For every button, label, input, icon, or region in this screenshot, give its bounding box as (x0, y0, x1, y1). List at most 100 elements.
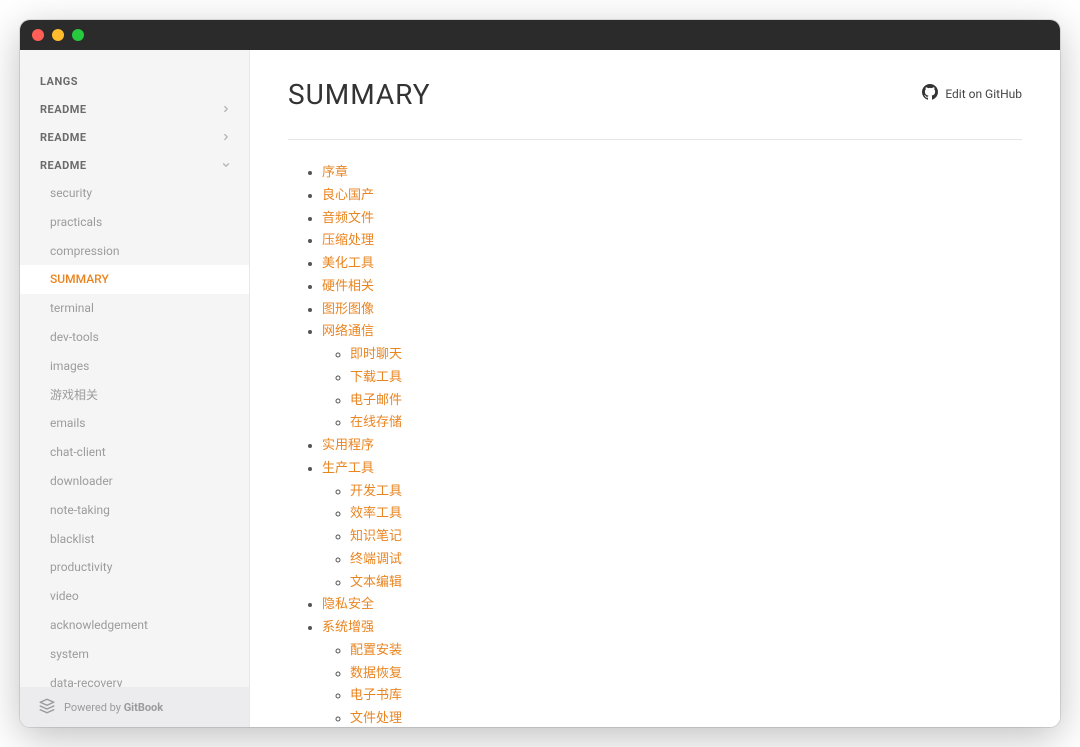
toc-link[interactable]: 硬件相关 (322, 279, 374, 294)
sidebar-item[interactable]: productivity (20, 553, 249, 582)
sidebar-item[interactable]: images (20, 352, 249, 381)
toc-item: 文件处理 (350, 708, 1022, 727)
toc-item: 硬件相关 (322, 276, 1022, 299)
sidebar-footer[interactable]: Powered by GitBook (20, 687, 249, 727)
toc-item: 实用程序 (322, 435, 1022, 458)
sidebar-group-label: README (40, 159, 87, 172)
toc-item: 数据恢复 (350, 663, 1022, 686)
toc-item: 效率工具 (350, 503, 1022, 526)
toc-link[interactable]: 生产工具 (322, 461, 374, 476)
toc-item: 配置安装 (350, 640, 1022, 663)
toc-item: 网络通信即时聊天下载工具电子邮件在线存储 (322, 321, 1022, 435)
toc-link[interactable]: 系统增强 (322, 620, 374, 635)
sidebar-group-label: README (40, 131, 87, 144)
toc-link[interactable]: 实用程序 (322, 438, 374, 453)
toc-link[interactable]: 开发工具 (350, 484, 402, 499)
page-title: SUMMARY (288, 78, 431, 111)
sidebar-group-label: LANGS (40, 75, 78, 88)
chevron-right-icon (219, 102, 233, 116)
chevron-down-icon (219, 158, 233, 172)
toc-item: 图形图像 (322, 299, 1022, 322)
toc-link[interactable]: 序章 (322, 165, 348, 180)
sidebar-item[interactable]: 游戏相关 (20, 381, 249, 410)
sidebar-scroll[interactable]: LANGS README README README securitypractical… (20, 50, 249, 687)
toc-item: 压缩处理 (322, 230, 1022, 253)
toc-item: 生产工具开发工具效率工具知识笔记终端调试文本编辑 (322, 458, 1022, 595)
titlebar (20, 20, 1060, 50)
toc-link[interactable]: 电子书库 (350, 688, 402, 703)
toc-item: 知识笔记 (350, 526, 1022, 549)
sidebar-nav: LANGS README README README securitypractical… (20, 68, 249, 687)
toc-link[interactable]: 良心国产 (322, 188, 374, 203)
toc-link[interactable]: 在线存储 (350, 415, 402, 430)
sidebar-item[interactable]: compression (20, 237, 249, 266)
toc-item: 在线存储 (350, 412, 1022, 435)
page-header: SUMMARY Edit on GitHub (250, 50, 1060, 111)
toc-link[interactable]: 图形图像 (322, 302, 374, 317)
sidebar: LANGS README README README securitypractical… (20, 50, 250, 727)
sidebar-item[interactable]: practicals (20, 208, 249, 237)
sidebar-item[interactable]: system (20, 640, 249, 669)
sidebar-item[interactable]: video (20, 582, 249, 611)
window-minimize-button[interactable] (52, 29, 64, 41)
toc-link[interactable]: 效率工具 (350, 506, 402, 521)
toc-item: 文本编辑 (350, 572, 1022, 595)
sidebar-item[interactable]: SUMMARY (20, 265, 249, 294)
toc-link[interactable]: 即时聊天 (350, 347, 402, 362)
content: SUMMARY Edit on GitHub 序章良心国产音频文件压缩处理美化工… (250, 50, 1060, 727)
window-close-button[interactable] (32, 29, 44, 41)
toc-item: 美化工具 (322, 253, 1022, 276)
app-window: LANGS README README README securitypractical… (20, 20, 1060, 727)
divider (288, 139, 1022, 140)
sidebar-item[interactable]: security (20, 179, 249, 208)
sidebar-item[interactable]: chat-client (20, 438, 249, 467)
sidebar-group-header[interactable]: LANGS (20, 68, 249, 95)
toc-link[interactable]: 文本编辑 (350, 575, 402, 590)
toc-item: 序章 (322, 162, 1022, 185)
toc-list: 序章良心国产音频文件压缩处理美化工具硬件相关图形图像网络通信即时聊天下载工具电子… (288, 162, 1022, 727)
sidebar-item[interactable]: terminal (20, 294, 249, 323)
toc-item: 即时聊天 (350, 344, 1022, 367)
sidebar-group-header[interactable]: README (20, 123, 249, 151)
sidebar-item[interactable]: dev-tools (20, 323, 249, 352)
toc-link[interactable]: 隐私安全 (322, 597, 374, 612)
toc-link[interactable]: 数据恢复 (350, 666, 402, 681)
app-body: LANGS README README README securitypractical… (20, 50, 1060, 727)
toc-item: 电子书库 (350, 685, 1022, 708)
sidebar-group-header[interactable]: README (20, 95, 249, 123)
github-icon (922, 84, 938, 103)
toc-item: 隐私安全 (322, 594, 1022, 617)
sidebar-item[interactable]: acknowledgement (20, 611, 249, 640)
toc-sublist: 配置安装数据恢复电子书库文件处理游戏相关 (322, 640, 1022, 727)
toc-item: 电子邮件 (350, 390, 1022, 413)
toc-item: 良心国产 (322, 185, 1022, 208)
edit-on-github-link[interactable]: Edit on GitHub (922, 78, 1022, 103)
toc-sublist: 开发工具效率工具知识笔记终端调试文本编辑 (322, 481, 1022, 595)
toc-link[interactable]: 终端调试 (350, 552, 402, 567)
toc-link[interactable]: 知识笔记 (350, 529, 402, 544)
edit-on-github-label: Edit on GitHub (945, 87, 1022, 101)
sidebar-group-header[interactable]: README (20, 151, 249, 179)
sidebar-item[interactable]: emails (20, 409, 249, 438)
toc-link[interactable]: 文件处理 (350, 711, 402, 726)
toc-link[interactable]: 网络通信 (322, 324, 374, 339)
toc-link[interactable]: 电子邮件 (350, 393, 402, 408)
sidebar-footer-text: Powered by GitBook (64, 701, 163, 714)
toc-link[interactable]: 下载工具 (350, 370, 402, 385)
toc-item: 系统增强配置安装数据恢复电子书库文件处理游戏相关 (322, 617, 1022, 727)
sidebar-item[interactable]: data-recovery (20, 669, 249, 687)
sidebar-item[interactable]: downloader (20, 467, 249, 496)
toc-link[interactable]: 美化工具 (322, 256, 374, 271)
page-body[interactable]: 序章良心国产音频文件压缩处理美化工具硬件相关图形图像网络通信即时聊天下载工具电子… (250, 111, 1060, 727)
window-zoom-button[interactable] (72, 29, 84, 41)
sidebar-item[interactable]: note-taking (20, 496, 249, 525)
toc-link[interactable]: 音频文件 (322, 211, 374, 226)
toc-link[interactable]: 压缩处理 (322, 233, 374, 248)
toc-item: 开发工具 (350, 481, 1022, 504)
chevron-right-icon (219, 130, 233, 144)
toc-link[interactable]: 配置安装 (350, 643, 402, 658)
sidebar-sublist: securitypracticalscompressionSUMMARYterm… (20, 179, 249, 687)
toc-item: 音频文件 (322, 208, 1022, 231)
sidebar-item[interactable]: blacklist (20, 525, 249, 554)
toc-item: 终端调试 (350, 549, 1022, 572)
